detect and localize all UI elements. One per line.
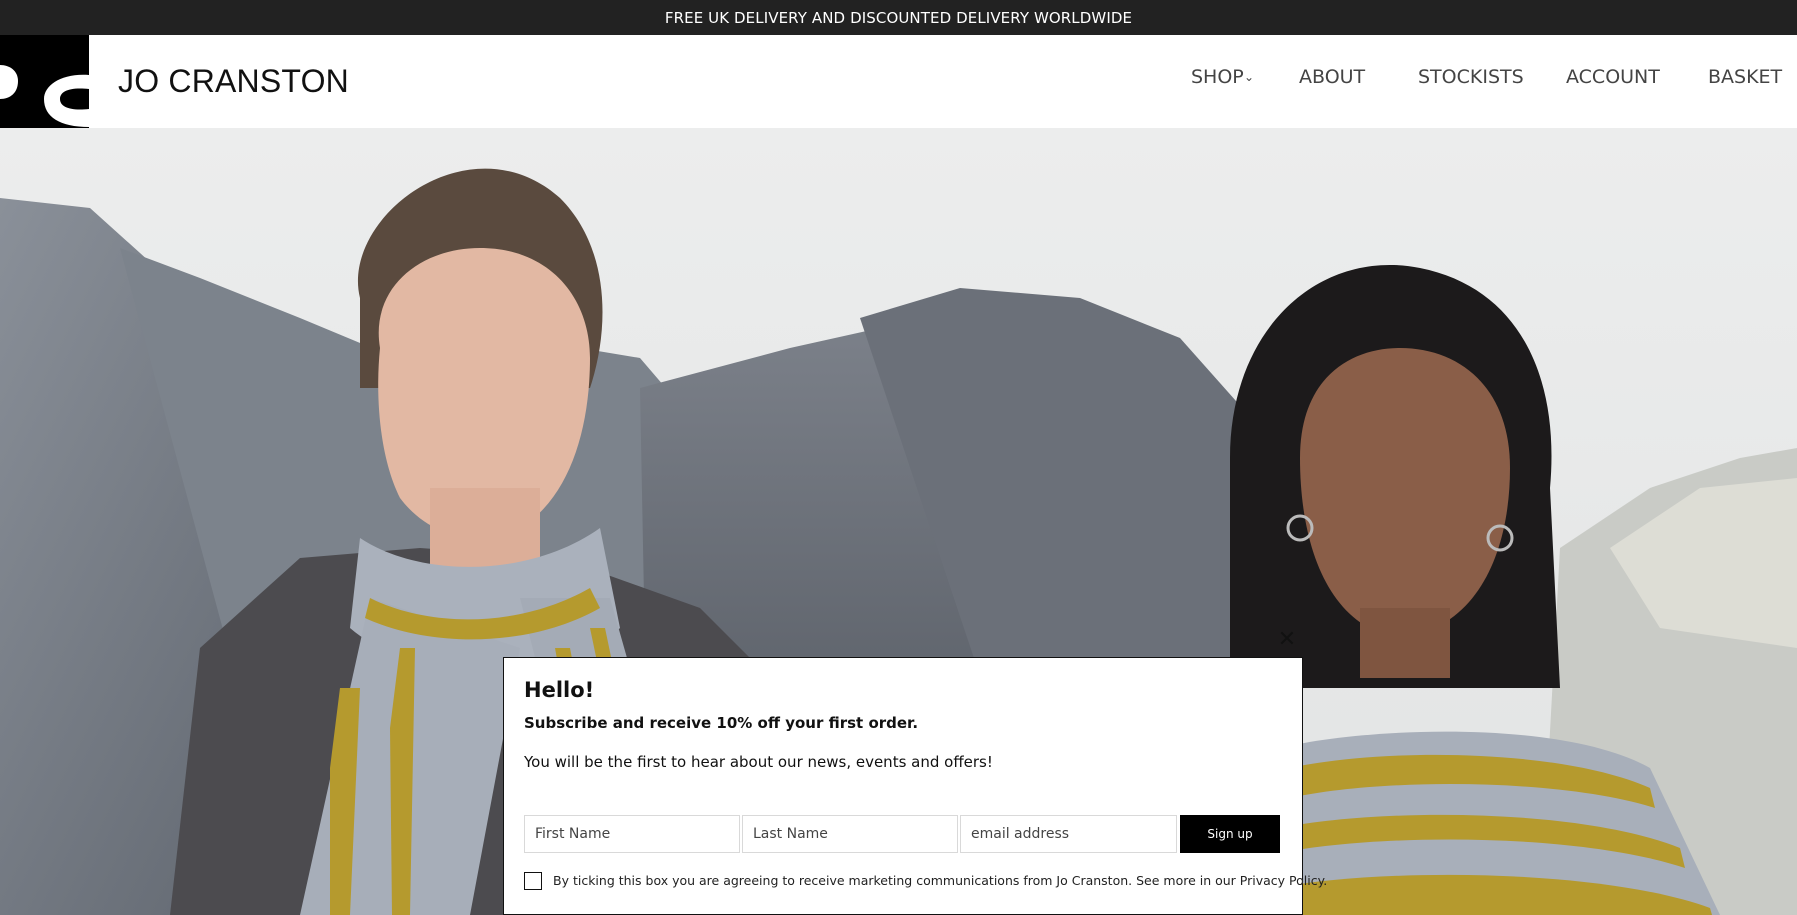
nav-account[interactable]: ACCOUNT [1566,57,1660,97]
newsletter-popup: Hello! Subscribe and receive 10% off you… [503,657,1327,915]
email-input[interactable] [960,815,1177,853]
popup-body: You will be the first to hear about our … [524,753,993,771]
popup-title: Hello! [524,678,595,702]
consent-text: By ticking this box you are agreeing to … [553,873,1328,888]
site-header: JO CRANSTON SHOP ⌄ ABOUT STOCKISTS ACCOU… [0,35,1797,128]
nav-about[interactable]: ABOUT [1299,57,1365,97]
brand-name[interactable]: JO CRANSTON [118,63,349,100]
close-icon[interactable]: ✕ [1276,629,1298,651]
consent-checkbox[interactable] [524,872,542,890]
last-name-input[interactable] [742,815,958,853]
jc-monogram-icon[interactable] [0,35,89,128]
nav-basket[interactable]: BASKET [1708,57,1782,97]
sign-up-button[interactable]: Sign up [1180,815,1280,853]
nav-stockists[interactable]: STOCKISTS [1418,57,1524,97]
first-name-input[interactable] [524,815,740,853]
announcement-bar: FREE UK DELIVERY AND DISCOUNTED DELIVERY… [0,0,1797,35]
chevron-down-icon[interactable]: ⌄ [1244,57,1254,97]
nav-shop[interactable]: SHOP [1191,57,1244,97]
announcement-text: FREE UK DELIVERY AND DISCOUNTED DELIVERY… [664,8,1133,27]
popup-subtitle: Subscribe and receive 10% off your first… [524,714,919,732]
